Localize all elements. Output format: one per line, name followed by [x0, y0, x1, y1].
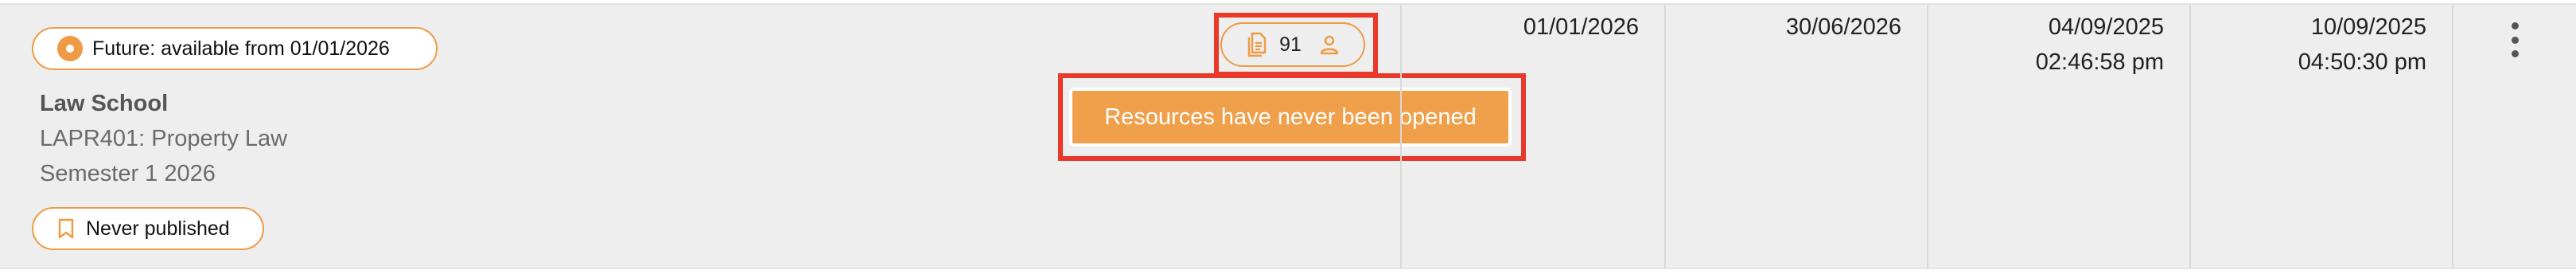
created-date: 04/09/2025 — [2048, 14, 2164, 40]
publish-badge: Never published — [32, 207, 264, 250]
modified-date: 10/09/2025 — [2310, 14, 2426, 40]
end-date: 30/06/2026 — [1785, 14, 1901, 40]
semester-label: Semester 1 2026 — [40, 161, 216, 186]
start-date-cell: 01/01/2026 — [1400, 5, 1664, 268]
start-date: 01/01/2026 — [1523, 14, 1639, 40]
radio-dot-icon — [57, 36, 83, 61]
document-icon — [1247, 32, 1267, 57]
more-vertical-icon[interactable] — [2501, 22, 2528, 57]
actions-cell — [2452, 5, 2576, 268]
person-icon — [1320, 35, 1339, 55]
end-date-cell: 30/06/2026 — [1664, 5, 1927, 268]
publish-badge-label: Never published — [86, 217, 230, 240]
course-name[interactable]: LAPR401: Property Law — [40, 126, 287, 152]
bookmark-icon — [58, 218, 74, 239]
created-cell: 04/09/2025 02:46:58 pm — [1927, 5, 2189, 268]
resource-stats-button[interactable]: 91 — [1220, 22, 1365, 67]
status-badge-label: Future: available from 01/01/2026 — [92, 37, 390, 60]
course-row: Future: available from 01/01/2026 Law Sc… — [0, 3, 2576, 269]
status-badge: Future: available from 01/01/2026 — [32, 27, 438, 70]
course-info: Future: available from 01/01/2026 Law Sc… — [0, 5, 1526, 268]
modified-time: 04:50:30 pm — [2298, 49, 2426, 75]
resource-count: 91 — [1279, 33, 1302, 56]
school-name: Law School — [40, 91, 169, 116]
created-time: 02:46:58 pm — [2035, 49, 2164, 75]
modified-cell: 10/09/2025 04:50:30 pm — [2189, 5, 2452, 268]
